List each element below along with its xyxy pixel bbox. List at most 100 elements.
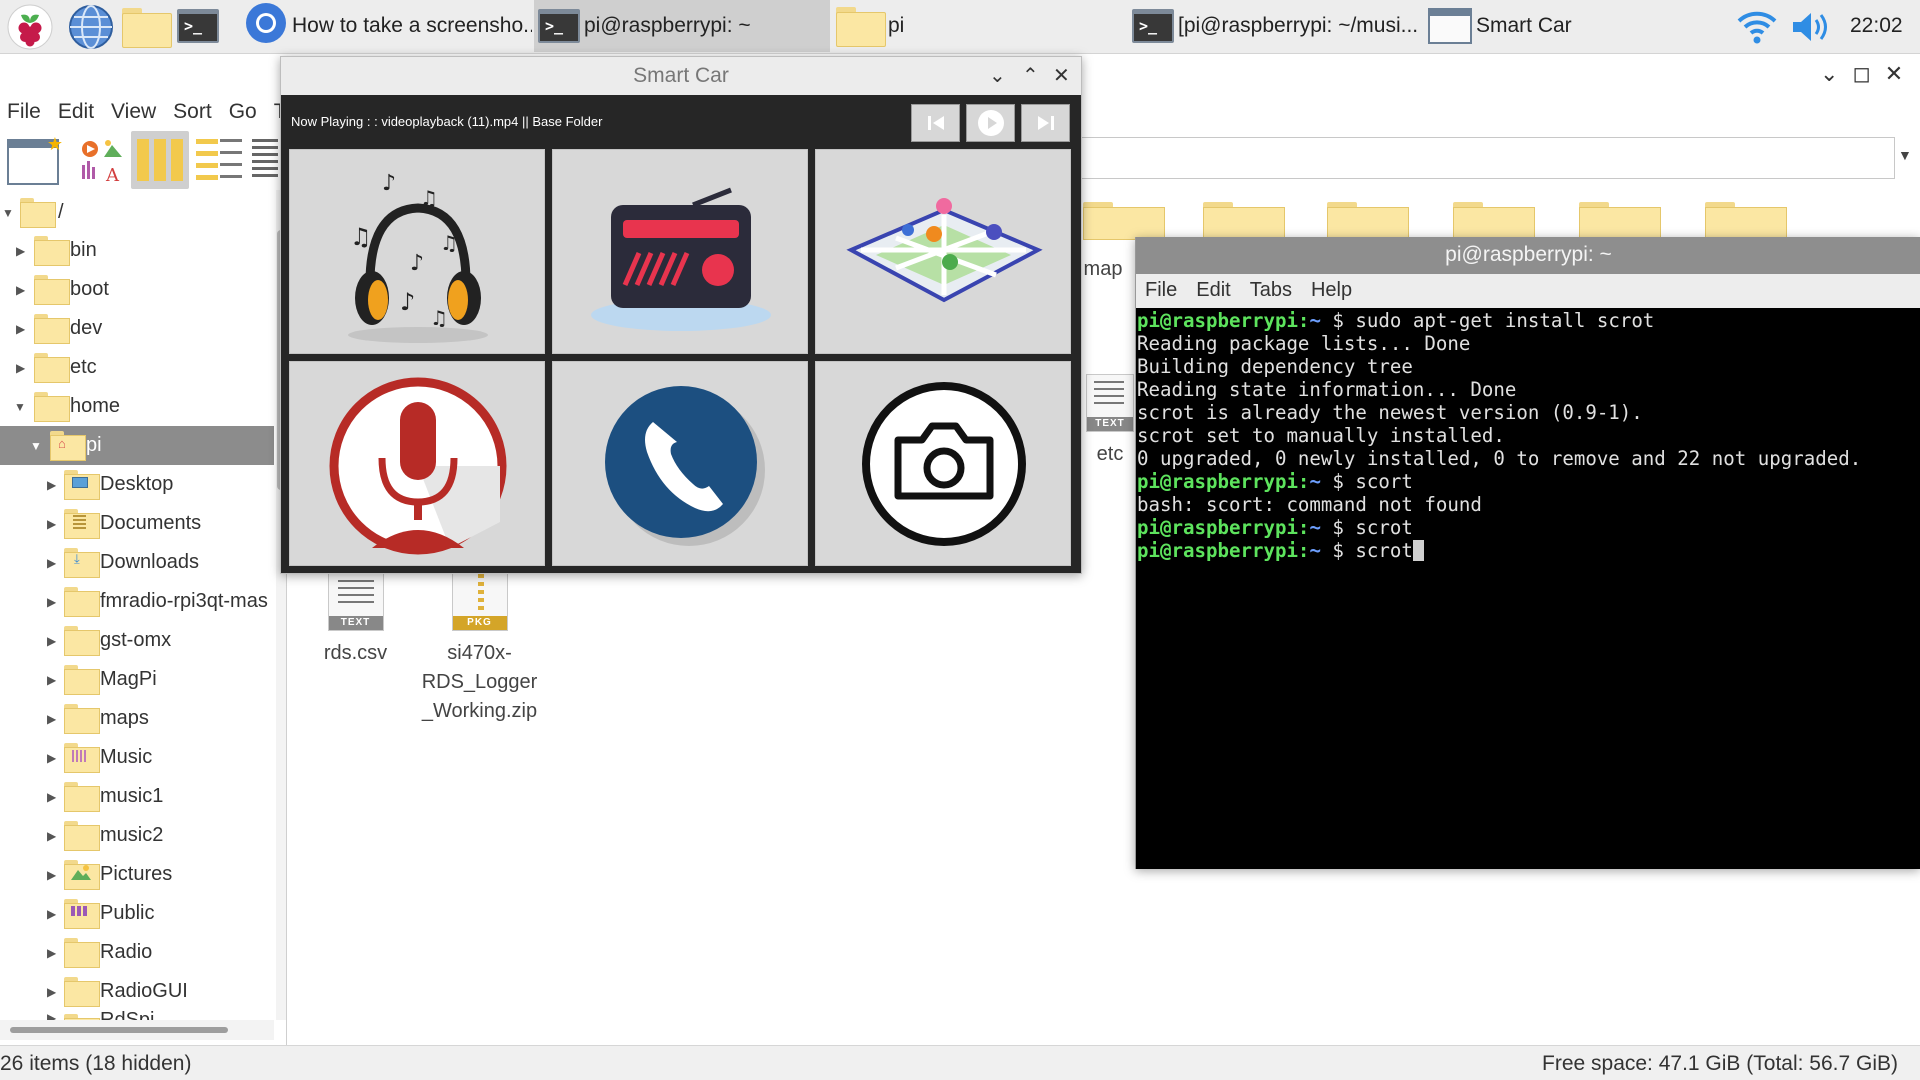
path-bar[interactable] [1050,137,1895,179]
list-view-button[interactable] [252,139,278,181]
file-etc[interactable]: TEXT etc [1085,374,1135,469]
expand-arrow-icon[interactable]: ▶ [16,322,25,336]
expand-arrow-icon[interactable]: ▶ [47,478,56,492]
menu-edit[interactable]: Edit [51,95,104,129]
expand-arrow-icon[interactable]: ▶ [47,712,56,726]
expand-arrow-icon[interactable]: ▶ [47,751,56,765]
collapse-arrow-icon[interactable]: ▼ [30,439,42,453]
phone-tile[interactable] [552,361,808,566]
tree-item-magpi[interactable]: ▶ MagPi [0,660,274,699]
icon-view-button[interactable] [131,131,189,189]
expand-arrow-icon[interactable]: ▶ [47,790,56,804]
previous-track-button[interactable] [911,104,960,142]
tree-item-music2[interactable]: ▶ music2 [0,816,274,855]
wifi-icon[interactable] [1736,8,1778,51]
tree-item-root[interactable]: ▼ / [0,193,274,232]
tree-item-home[interactable]: ▼ home [0,387,274,426]
tree-item-gst-omx[interactable]: ▶ gst-omx [0,621,274,660]
tree-item-music[interactable]: ▶ Music [0,738,274,777]
tree-item-desktop[interactable]: ▶ Desktop [0,465,274,504]
close-icon[interactable]: ✕ [1053,63,1070,88]
menu-help[interactable]: Help [1302,274,1362,308]
expand-arrow-icon[interactable]: ▶ [47,985,56,999]
radio-tile[interactable] [552,149,808,354]
scrollbar-thumb[interactable] [10,1027,228,1033]
terminal-output[interactable]: pi@raspberrypi:~ $ sudo apt-get install … [1136,308,1920,869]
clock[interactable]: 22:02 [1850,14,1903,38]
tree-item-documents[interactable]: ▶ Documents [0,504,274,543]
compact-view-button[interactable] [196,139,218,181]
expand-arrow-icon[interactable]: ▶ [47,595,56,609]
volume-icon[interactable] [1790,9,1834,50]
tree-item-dev[interactable]: ▶ dev [0,309,274,348]
tree-item-pi[interactable]: ▼ ⌂ pi [0,426,274,465]
new-window-icon[interactable]: ★ [7,134,63,185]
minimize-icon[interactable]: ⌄ [1820,61,1838,91]
expand-arrow-icon[interactable]: ▶ [47,673,56,687]
expand-arrow-icon[interactable]: ▼ [2,206,14,220]
file-manager-icon[interactable] [122,8,172,56]
tree-item-public[interactable]: ▶ Public [0,894,274,933]
media-folder-icon[interactable]: A [78,137,126,186]
menu-go[interactable]: Go [222,95,267,129]
file-si470x-zip[interactable]: PKG si470x- RDS_Logger _Working.zip [417,573,542,726]
task-file-manager[interactable]: pi [832,0,1122,52]
chevron-down-icon[interactable]: ▼ [1898,147,1912,163]
play-button[interactable] [966,104,1015,142]
expand-arrow-icon[interactable]: ▶ [47,556,56,570]
menu-sort[interactable]: Sort [166,95,222,129]
title-bar[interactable]: pi@raspberrypi: ~ [1136,237,1920,274]
tree-item-bin[interactable]: ▶ bin [0,231,274,270]
folder-item[interactable] [1327,202,1409,240]
minimize-icon[interactable]: ⌄ [989,63,1006,88]
menu-file[interactable]: File [1136,274,1187,308]
folder-item[interactable] [1453,202,1535,240]
collapse-arrow-icon[interactable]: ▼ [14,400,26,414]
raspberry-menu-icon[interactable] [6,3,54,51]
folder-item[interactable] [1083,202,1165,240]
expand-arrow-icon[interactable]: ▶ [16,244,25,258]
web-browser-icon[interactable] [67,3,115,51]
expand-arrow-icon[interactable]: ▶ [47,946,56,960]
maximize-icon[interactable]: ⌃ [1022,63,1039,88]
menu-edit[interactable]: Edit [1187,274,1240,308]
title-bar[interactable]: Smart Car ⌄ ⌃ ✕ [281,57,1081,95]
tree-item-etc[interactable]: ▶ etc [0,348,274,387]
terminal-launcher-icon[interactable]: >_ [177,9,225,57]
task-smart-car[interactable]: Smart Car [1424,0,1714,52]
tree-item-music1[interactable]: ▶ music1 [0,777,274,816]
maximize-icon[interactable]: ◻ [1852,61,1870,91]
tree-item-pictures[interactable]: ▶ Pictures [0,855,274,894]
voice-tile[interactable] [289,361,545,566]
expand-arrow-icon[interactable]: ▶ [47,868,56,882]
menu-file[interactable]: File [0,95,51,129]
tree-item-boot[interactable]: ▶ boot [0,270,274,309]
tree-item-radio[interactable]: ▶ Radio [0,933,274,972]
tree-item-fmradio[interactable]: ▶ fmradio-rpi3qt-mas [0,582,274,621]
folder-item[interactable] [1579,202,1661,240]
expand-arrow-icon[interactable]: ▶ [16,283,25,297]
tree-horizontal-scrollbar[interactable] [0,1020,274,1040]
next-track-button[interactable] [1021,104,1070,142]
task-browser[interactable]: How to take a screensho... [240,0,532,52]
close-icon[interactable]: ✕ [1885,61,1903,91]
folder-item[interactable] [1705,202,1787,240]
file-map[interactable]: map [1078,255,1128,284]
tree-item-maps[interactable]: ▶ maps [0,699,274,738]
expand-arrow-icon[interactable]: ▶ [47,517,56,531]
expand-arrow-icon[interactable]: ▶ [16,361,25,375]
task-terminal-music[interactable]: >_ [pi@raspberrypi: ~/musi... [1128,0,1420,52]
tree-item-downloads[interactable]: ▶ ⤓ Downloads [0,543,274,582]
file-rds-csv[interactable]: TEXT rds.csv [293,573,418,668]
folder-item[interactable] [1203,202,1285,240]
menu-tabs[interactable]: Tabs [1241,274,1302,308]
expand-arrow-icon[interactable]: ▶ [47,907,56,921]
menu-view[interactable]: View [104,95,166,129]
music-tile[interactable]: ♪ ♫ ♫ ♪ ♫ ♪ ♫ [289,149,545,354]
task-terminal-home[interactable]: >_ pi@raspberrypi: ~ [534,0,830,52]
expand-arrow-icon[interactable]: ▶ [47,829,56,843]
tree-item-radiogui[interactable]: ▶ RadioGUI [0,972,274,1011]
camera-tile[interactable] [815,361,1071,566]
expand-arrow-icon[interactable]: ▶ [47,634,56,648]
map-tile[interactable] [815,149,1071,354]
